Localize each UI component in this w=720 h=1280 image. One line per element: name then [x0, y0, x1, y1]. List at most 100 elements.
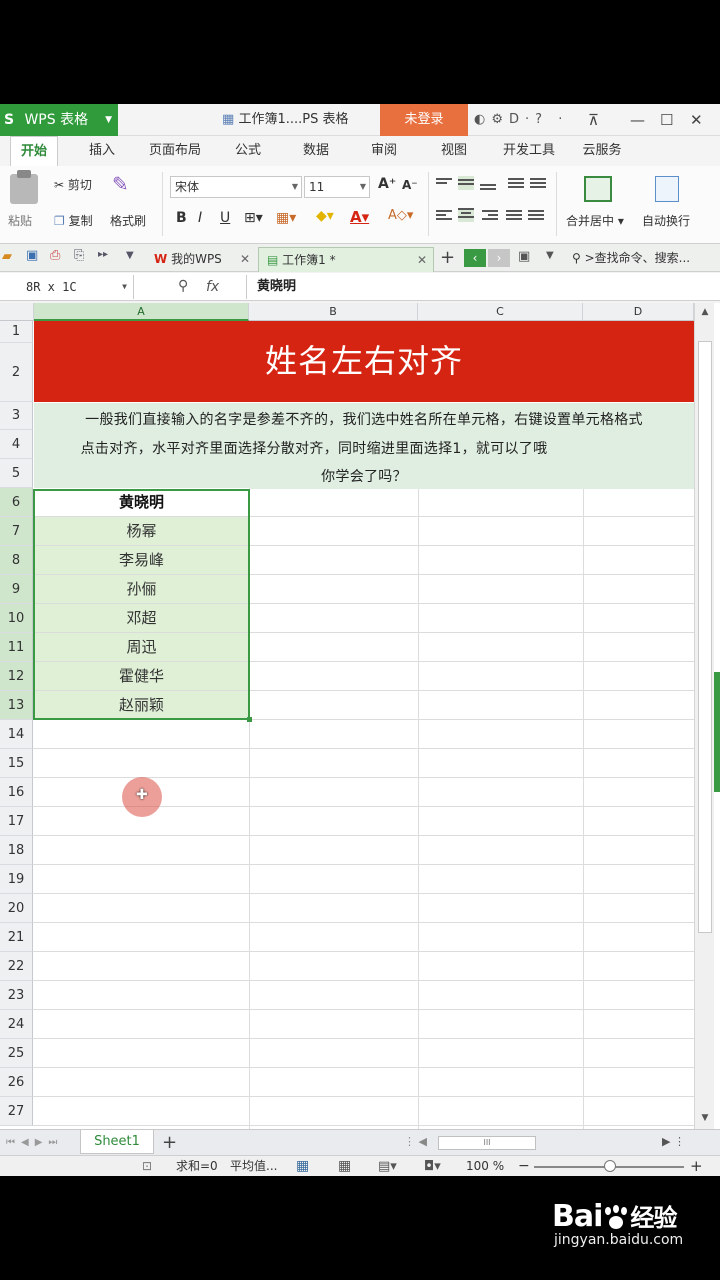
print-preview-icon[interactable]: ⎙ [50, 248, 60, 263]
clear-format-icon[interactable]: A◇▾ [388, 208, 413, 223]
pattern-icon[interactable]: ▦▾ [276, 210, 296, 226]
align-top-icon[interactable] [436, 178, 452, 192]
align-left-icon[interactable] [436, 210, 452, 224]
name-cell[interactable]: 邓超 [34, 604, 249, 632]
tab-home[interactable]: 开始 [10, 136, 58, 166]
column-header-a[interactable]: A [34, 303, 249, 321]
new-tab-button[interactable]: + [440, 247, 455, 268]
name-cell[interactable]: 杨幂 [34, 517, 249, 545]
name-box[interactable]: 8R x 1C ▼ [0, 275, 134, 299]
close-icon[interactable]: ✕ [690, 104, 703, 136]
tab-cloud[interactable]: 云服务 [576, 136, 628, 166]
name-cell[interactable]: 黄晓明 [34, 488, 249, 516]
sheet-nav-icons[interactable]: ⏮◀▶⏭ [6, 1130, 63, 1156]
fill-color-icon[interactable]: ◆▾ [316, 208, 334, 224]
paste-button[interactable]: 粘贴 [8, 212, 32, 229]
font-color-icon[interactable]: A▾ [350, 208, 369, 226]
tab-workbook[interactable]: ▤ 工作簿1 * ✕ [258, 247, 434, 272]
indent-decrease-icon[interactable] [508, 178, 524, 192]
row-header-6[interactable]: 6 [0, 488, 33, 517]
row-header-21[interactable]: 21 [0, 923, 33, 952]
merge-center-icon[interactable] [584, 176, 612, 202]
row-header-11[interactable]: 11 [0, 633, 33, 662]
sheet-title-cell[interactable]: 姓名左右对齐 [34, 321, 694, 402]
side-panel-handle[interactable] [714, 672, 720, 792]
close-icon[interactable]: ✕ [417, 248, 427, 272]
indent-increase-icon[interactable] [530, 178, 546, 192]
insert-function-button[interactable]: fx [206, 273, 219, 301]
row-header-1[interactable]: 1 [0, 321, 33, 343]
row-header-13[interactable]: 13 [0, 691, 33, 720]
align-bottom-icon[interactable] [480, 178, 496, 192]
description-cell[interactable]: 一般我们直接输入的名字是参差不齐的，我们选中姓名所在单元格，右键设置单元格格式 … [34, 403, 694, 489]
row-header-2[interactable]: 2 [0, 343, 33, 402]
splitter-handle[interactable]: ⋮ ◀ [404, 1135, 427, 1148]
scroll-thumb[interactable] [698, 341, 712, 933]
page-break-view-icon[interactable]: ▦ [338, 1156, 351, 1176]
skin-icon[interactable]: ◐ [474, 112, 491, 127]
distributed-icon[interactable] [528, 210, 544, 224]
pin-icon[interactable]: ⊼ [588, 104, 599, 136]
command-search[interactable]: ⚲ >查找命令、搜索... [572, 244, 690, 272]
tab-formulas[interactable]: 公式 [226, 136, 270, 166]
help-icon[interactable]: ? · [535, 112, 568, 127]
row-header-3[interactable]: 3 [0, 402, 33, 430]
underline-button[interactable]: U [220, 210, 230, 226]
row-header-23[interactable]: 23 [0, 981, 33, 1010]
scroll-up-icon[interactable]: ▲ [695, 307, 715, 317]
row-header-20[interactable]: 20 [0, 894, 33, 923]
layout-view-icon[interactable]: ▤▾ [378, 1156, 397, 1176]
column-header-c[interactable]: C [418, 303, 583, 321]
row-header-26[interactable]: 26 [0, 1068, 33, 1097]
row-header-22[interactable]: 22 [0, 952, 33, 981]
format-painter-button[interactable]: 格式刷 [110, 212, 146, 229]
bold-button[interactable]: B [176, 210, 187, 226]
chevron-down-icon[interactable]: ▼ [126, 250, 134, 261]
font-size-select[interactable]: 11 ▼ [304, 176, 370, 198]
scroll-thumb[interactable]: III [438, 1136, 536, 1150]
grow-font-button[interactable]: A⁺ [378, 176, 396, 192]
row-header-9[interactable]: 9 [0, 575, 33, 604]
row-header-14[interactable]: 14 [0, 720, 33, 749]
tab-my-wps[interactable]: W 我的WPS ✕ [146, 247, 256, 272]
normal-view-icon[interactable]: ▦ [296, 1156, 309, 1176]
row-header-8[interactable]: 8 [0, 546, 33, 575]
row-header-27[interactable]: 27 [0, 1097, 33, 1126]
horizontal-scrollbar[interactable]: III [430, 1135, 680, 1151]
shrink-font-button[interactable]: A⁻ [402, 178, 418, 192]
align-right-icon[interactable] [482, 210, 498, 224]
row-header-7[interactable]: 7 [0, 517, 33, 546]
row-header-10[interactable]: 10 [0, 604, 33, 633]
cloud-icon[interactable]: D· [509, 112, 535, 127]
tab-data[interactable]: 数据 [294, 136, 338, 166]
align-center-icon[interactable] [458, 208, 474, 222]
tab-next-button[interactable]: › [488, 249, 510, 267]
row-header-16[interactable]: 16 [0, 778, 33, 807]
tab-prev-button[interactable]: ‹ [464, 249, 486, 267]
screen-icon[interactable]: ▣ [518, 249, 530, 264]
folder-icon[interactable]: ▰ [2, 249, 12, 264]
add-sheet-button[interactable]: + [162, 1130, 177, 1156]
tab-review[interactable]: 审阅 [362, 136, 406, 166]
more-icon[interactable]: ▸▸ [98, 249, 108, 260]
zoom-slider-handle[interactable] [604, 1160, 616, 1172]
copy-button[interactable]: ❐ 复制 [54, 212, 93, 229]
gear-icon[interactable]: ⚙ [491, 112, 509, 127]
name-cell[interactable]: 孙俪 [34, 575, 249, 603]
spreadsheet-grid[interactable]: A B C D 1 2 3 4 5 6 7 8 9 10 11 12 13 14 15 16 17 18 19 20 2… [0, 303, 720, 1129]
name-cell[interactable]: 李易峰 [34, 546, 249, 574]
select-all-corner[interactable] [0, 303, 34, 321]
tab-view[interactable]: 视图 [432, 136, 476, 166]
merge-center-button[interactable]: 合并居中 ▾ [566, 212, 624, 229]
italic-button[interactable]: I [198, 210, 202, 226]
vertical-scrollbar[interactable]: ▲ ▼ [694, 303, 714, 1129]
chevron-down-icon[interactable]: ▼ [546, 250, 554, 261]
save-icon[interactable]: ▣ [26, 248, 38, 263]
formula-input[interactable]: 黄晓明 [246, 275, 716, 299]
tab-page-layout[interactable]: 页面布局 [142, 136, 208, 166]
sheet-tab-sheet1[interactable]: Sheet1 [80, 1130, 154, 1154]
row-header-24[interactable]: 24 [0, 1010, 33, 1039]
row-header-18[interactable]: 18 [0, 836, 33, 865]
auto-wrap-button[interactable]: 自动换行 [642, 212, 690, 229]
row-header-12[interactable]: 12 [0, 662, 33, 691]
